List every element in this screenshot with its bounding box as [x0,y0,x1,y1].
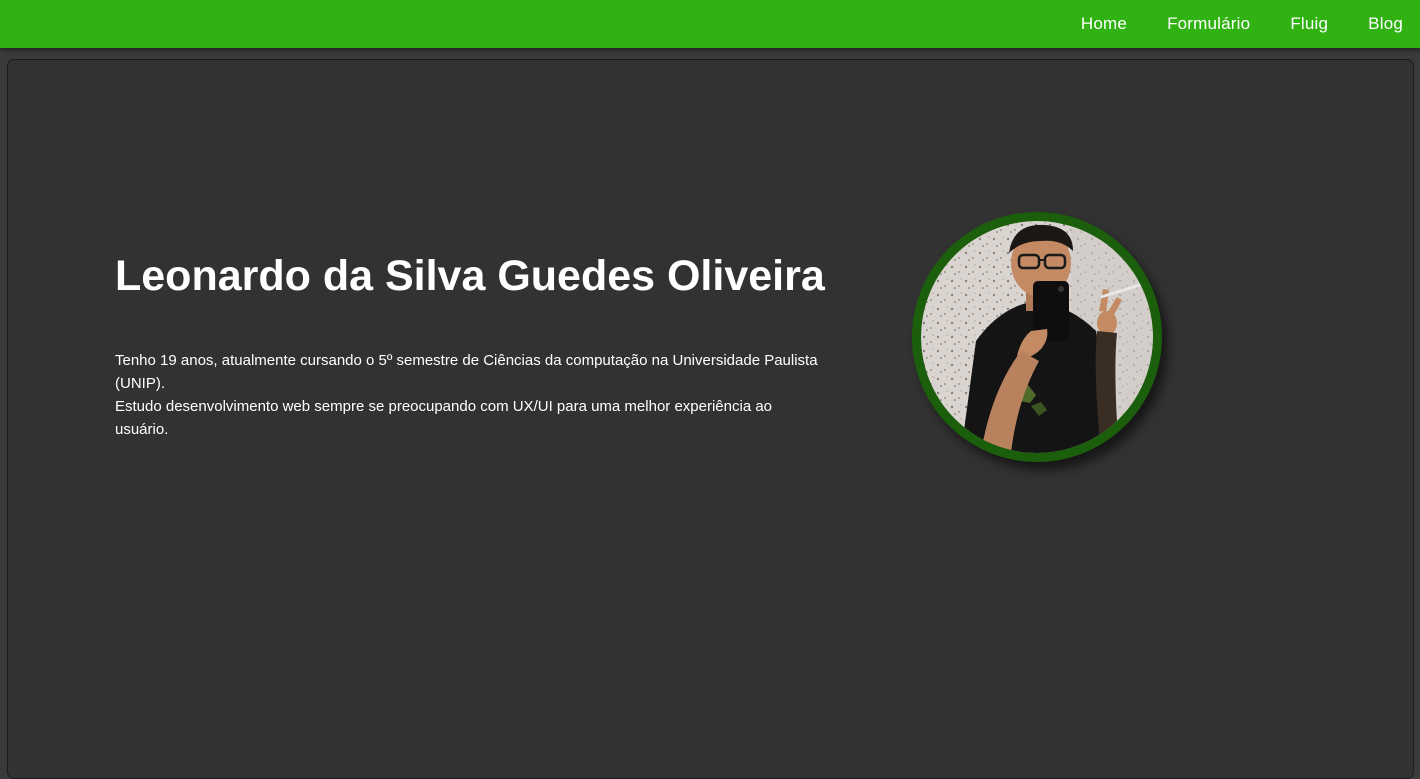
profile-name: Leonardo da Silva Guedes Oliveira [115,252,825,300]
nav-link-fluig[interactable]: Fluig [1290,14,1328,34]
nav-link-formulario[interactable]: Formulário [1167,14,1250,34]
bio-paragraph-2: Estudo desenvolvimento web sempre se pre… [115,398,773,438]
nav-links: Home Formulário Fluig Blog [1081,0,1403,48]
profile-bio: Tenho 19 anos, atualmente cursando o 5º … [115,349,825,441]
nav-link-home[interactable]: Home [1081,14,1127,34]
avatar-photo [921,221,1153,453]
profile-card: Leonardo da Silva Guedes Oliveira Tenho … [7,59,1414,779]
bio-paragraph-1: Tenho 19 anos, atualmente cursando o 5º … [115,352,818,392]
top-navbar: Home Formulário Fluig Blog [0,0,1420,48]
nav-link-blog[interactable]: Blog [1368,14,1403,34]
avatar-frame [912,212,1162,462]
